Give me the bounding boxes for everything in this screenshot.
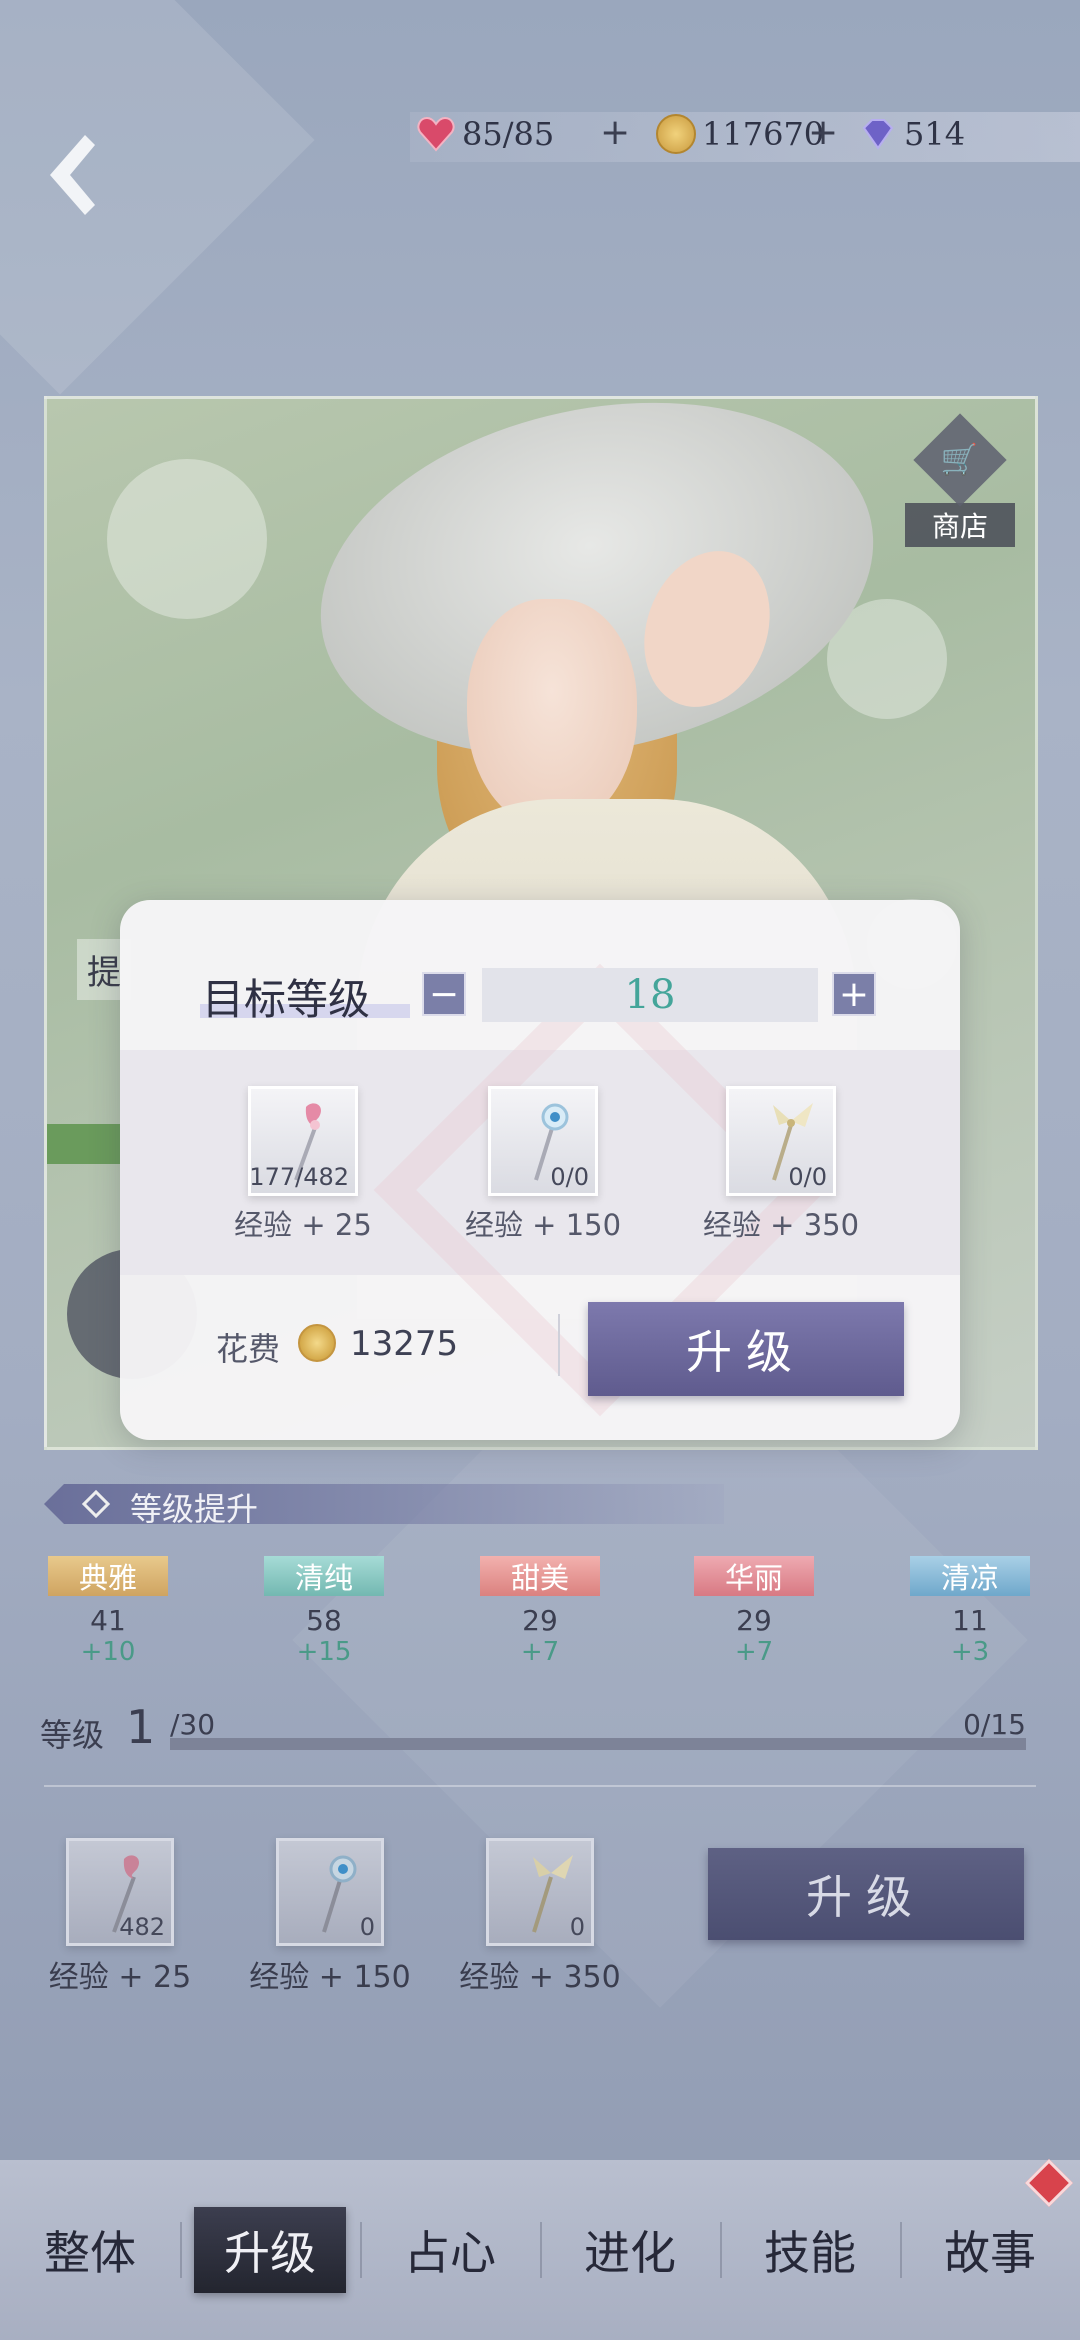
cost-label: 花费 — [216, 1330, 281, 1368]
decrease-level-button[interactable]: − — [422, 972, 466, 1016]
item-exp-label: 经验 + 25 — [234, 1208, 372, 1242]
item-count: 0/0 — [550, 1163, 589, 1191]
increase-level-button[interactable]: + — [832, 972, 876, 1016]
lower-exp-item-small[interactable]: 482 经验 + 25 — [20, 1838, 220, 1996]
item-count: 0 — [359, 1913, 375, 1941]
attribute-sweet: 甜美 29 +7 — [480, 1556, 600, 1667]
hidden-badge — [47, 1124, 127, 1164]
tab-overall[interactable]: 整体 — [0, 2200, 180, 2300]
character-face — [467, 599, 637, 829]
item-exp-label: 经验 + 350 — [459, 1960, 621, 1995]
tab-label: 故事 — [944, 2226, 1036, 2280]
target-level-input[interactable]: 18 — [482, 968, 818, 1022]
exp-item-large[interactable]: 0/0 经验 + 350 — [666, 1086, 896, 1244]
tab-upgrade[interactable]: 升级 — [180, 2200, 360, 2300]
item-exp-label: 经验 + 150 — [464, 1208, 622, 1242]
item-count: 482 — [119, 1913, 165, 1941]
attribute-cool: 清凉 11 +3 — [910, 1556, 1030, 1667]
item-slot[interactable]: 177/482 — [248, 1086, 358, 1196]
confirm-upgrade-button[interactable]: 升级 — [588, 1302, 904, 1396]
bottom-tab-bar: 整体 升级 占心 进化 技能 故事 — [0, 2160, 1080, 2340]
divider — [44, 1785, 1036, 1787]
heart-icon — [417, 116, 455, 152]
item-exp-label: 经验 + 350 — [702, 1208, 860, 1242]
attribute-value: 29 — [736, 1604, 772, 1637]
attribute-bonus: +3 — [950, 1637, 990, 1667]
gem-display: 514 — [858, 114, 965, 154]
item-exp-label: 经验 + 150 — [249, 1960, 411, 1995]
coin-icon — [298, 1324, 336, 1362]
exp-progress-text: 0/15 — [963, 1708, 1026, 1741]
attribute-value: 11 — [952, 1604, 988, 1637]
add-gold-button[interactable]: + — [808, 112, 838, 153]
blue-wand-icon — [322, 1855, 357, 1933]
cart-icon: 🛒 — [913, 413, 1007, 507]
attribute-value: 29 — [522, 1604, 558, 1637]
item-slot[interactable]: 0/0 — [726, 1086, 836, 1196]
upgrade-button[interactable]: 升级 — [708, 1848, 1024, 1940]
item-slot[interactable]: 0 — [276, 1838, 384, 1946]
shop-label: 商店 — [905, 503, 1015, 547]
attribute-gorgeous: 华丽 29 +7 — [694, 1556, 814, 1667]
attribute-bonus: +15 — [296, 1637, 352, 1667]
attribute-bonus: +7 — [520, 1637, 560, 1667]
tab-story[interactable]: 故事 — [900, 2200, 1080, 2300]
attribute-tag: 清纯 — [264, 1556, 384, 1596]
attribute-tag: 典雅 — [48, 1556, 168, 1596]
gold-display: 117670 — [656, 114, 824, 154]
attribute-value: 41 — [90, 1604, 126, 1637]
level-label: 等级 — [40, 1716, 105, 1754]
tab-evolve[interactable]: 进化 — [540, 2200, 720, 2300]
shop-button[interactable]: 🛒 商店 — [905, 413, 1015, 547]
stamina-display: 85/85 — [416, 114, 554, 154]
tab-label: 升级 — [194, 2207, 346, 2293]
attribute-tag: 华丽 — [694, 1556, 814, 1596]
attribute-elegant: 典雅 41 +10 — [48, 1556, 168, 1667]
exp-item-small[interactable]: 177/482 经验 + 25 — [188, 1086, 418, 1244]
coin-icon — [656, 114, 696, 154]
item-slot[interactable]: 0 — [486, 1838, 594, 1946]
diamond-icon — [862, 119, 894, 150]
item-count: 0 — [569, 1913, 585, 1941]
gold-value: 117670 — [702, 115, 825, 153]
butterfly-wand-icon — [532, 1855, 573, 1933]
section-title: 等级提升 — [130, 1490, 259, 1528]
exp-progress-bar — [170, 1738, 1026, 1750]
attribute-value: 58 — [306, 1604, 342, 1637]
stamina-value: 85/85 — [462, 115, 555, 153]
add-stamina-button[interactable]: + — [600, 112, 630, 153]
tab-label: 占心 — [404, 2226, 496, 2280]
item-exp-label: 经验 + 25 — [48, 1960, 192, 1995]
item-slot[interactable]: 482 — [66, 1838, 174, 1946]
tab-label: 整体 — [44, 2226, 136, 2280]
item-count: 0/0 — [788, 1163, 827, 1191]
target-level-label: 目标等级 — [202, 975, 371, 1024]
attribute-tag: 甜美 — [480, 1556, 600, 1596]
tab-skills[interactable]: 技能 — [720, 2200, 900, 2300]
gem-value: 514 — [904, 115, 966, 153]
lower-exp-item-medium[interactable]: 0 经验 + 150 — [230, 1838, 430, 1996]
tab-label: 技能 — [764, 2226, 856, 2280]
max-level: /30 — [170, 1708, 216, 1741]
cost-value: 13275 — [350, 1324, 459, 1364]
item-count: 177/482 — [249, 1163, 349, 1191]
chevron-left-icon — [50, 135, 95, 215]
back-button[interactable] — [40, 135, 120, 215]
lower-exp-item-large[interactable]: 0 经验 + 350 — [440, 1838, 640, 1996]
item-slot[interactable]: 0/0 — [488, 1086, 598, 1196]
level-up-dialog: 目标等级 − 18 + 177/482 经验 + 25 0/0 经验 + 150 — [120, 900, 960, 1440]
attribute-bonus: +10 — [80, 1637, 136, 1667]
attribute-tag: 清凉 — [910, 1556, 1030, 1596]
attribute-bonus: +7 — [734, 1637, 774, 1667]
tab-heart[interactable]: 占心 — [360, 2200, 540, 2300]
attribute-pure: 清纯 58 +15 — [264, 1556, 384, 1667]
tab-label: 进化 — [584, 2226, 676, 2280]
exp-item-medium[interactable]: 0/0 经验 + 150 — [428, 1086, 658, 1244]
current-level: 1 — [126, 1700, 156, 1754]
